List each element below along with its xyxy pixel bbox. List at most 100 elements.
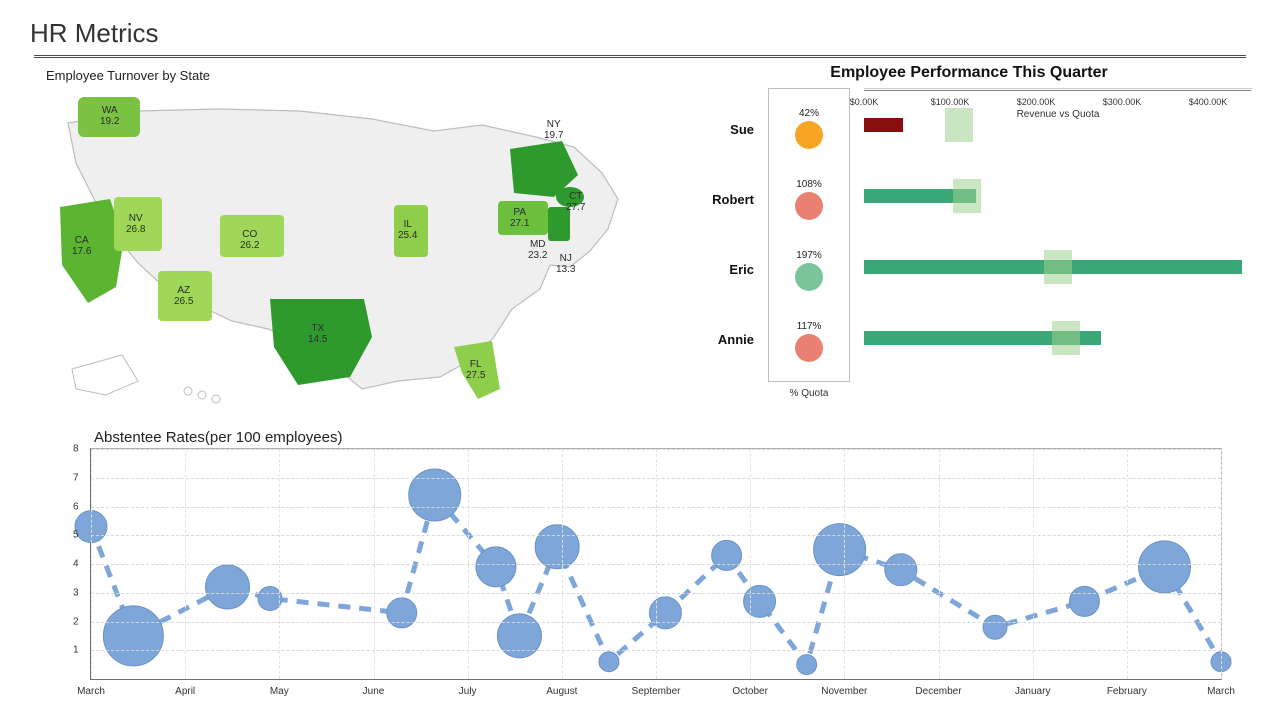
turnover-map[interactable]: WA19.2CA17.6NV26.8AZ26.5CO26.2TX14.5IL25…: [28, 83, 668, 423]
quota-cell[interactable]: 42%: [795, 108, 823, 149]
employee-name: Annie: [686, 332, 754, 347]
state-co[interactable]: [220, 215, 284, 257]
employee-name: Robert: [686, 192, 754, 207]
title-rule: [34, 55, 1246, 58]
state-az[interactable]: [158, 271, 212, 321]
absentee-point[interactable]: [814, 524, 866, 576]
absentee-month-tick: August: [546, 686, 577, 697]
absentee-month-tick: July: [459, 686, 477, 697]
absentee-vgrid: [91, 449, 92, 679]
absentee-month-tick: September: [632, 686, 681, 697]
absentee-y-tick: 5: [73, 530, 79, 541]
employee-name: Eric: [686, 262, 754, 277]
absentee-point[interactable]: [206, 565, 250, 609]
absentee-title: Abstentee Rates(per 100 employees): [94, 429, 1252, 446]
employee-name-column: Sue Robert Eric Annie: [686, 88, 754, 374]
absentee-vgrid: [939, 449, 940, 679]
absentee-vgrid: [844, 449, 845, 679]
quota-dot-icon: [795, 192, 823, 220]
quota-target-marker: [1044, 250, 1072, 284]
absentee-vgrid: [185, 449, 186, 679]
absentee-point[interactable]: [1139, 541, 1191, 593]
revenue-bar-row[interactable]: [864, 244, 1251, 290]
absentee-month-tick: April: [175, 686, 195, 697]
quota-dot-icon: [795, 334, 823, 362]
absentee-point[interactable]: [1069, 586, 1099, 616]
absentee-vgrid: [374, 449, 375, 679]
absentee-month-tick: November: [821, 686, 867, 697]
absentee-y-tick: 3: [73, 587, 79, 598]
absentee-point[interactable]: [712, 540, 742, 570]
state-ct[interactable]: [556, 187, 584, 207]
absentee-point[interactable]: [797, 655, 817, 675]
quota-pct-label: 42%: [799, 108, 819, 119]
state-fl[interactable]: [454, 341, 500, 399]
absentee-point[interactable]: [535, 525, 579, 569]
absentee-month-tick: March: [77, 686, 105, 697]
page-title: HR Metrics: [30, 18, 1252, 49]
quota-target-marker: [945, 108, 973, 142]
absentee-point[interactable]: [258, 587, 282, 611]
absentee-vgrid: [468, 449, 469, 679]
absentee-vgrid: [1033, 449, 1034, 679]
revenue-bar-row[interactable]: [864, 315, 1251, 361]
absentee-month-tick: February: [1107, 686, 1147, 697]
absentee-month-tick: January: [1015, 686, 1051, 697]
revenue-bar-row[interactable]: [864, 102, 1251, 148]
revenue-x-tick: $400.00K: [1189, 97, 1228, 107]
quota-dot-icon: [795, 263, 823, 291]
absentee-point[interactable]: [885, 554, 917, 586]
absentee-point[interactable]: [497, 614, 541, 658]
absentee-vgrid: [562, 449, 563, 679]
absentee-y-tick: 6: [73, 501, 79, 512]
quota-pct-label: 117%: [797, 321, 822, 332]
absentee-y-tick: 2: [73, 616, 79, 627]
absentee-vgrid: [750, 449, 751, 679]
revenue-bars-chart[interactable]: $0.00K$100.00K$200.00K$300.00K$400.00K: [864, 88, 1252, 89]
revenue-x-tick: $300.00K: [1103, 97, 1142, 107]
absentee-point[interactable]: [599, 652, 619, 672]
absentee-chart[interactable]: 12345678MarchAprilMayJuneJulyAugustSepte…: [90, 448, 1222, 680]
absentee-point[interactable]: [387, 598, 417, 628]
absentee-point[interactable]: [649, 597, 681, 629]
revenue-bar-row[interactable]: [864, 173, 1251, 219]
absentee-y-tick: 1: [73, 645, 79, 656]
absentee-point[interactable]: [103, 606, 163, 666]
absentee-point[interactable]: [476, 547, 516, 587]
quota-dot-icon: [795, 121, 823, 149]
revenue-bar: [864, 118, 903, 132]
employee-name: Sue: [686, 122, 754, 137]
quota-cell[interactable]: 197%: [795, 250, 823, 291]
quota-caption: % Quota: [790, 388, 829, 399]
absentee-vgrid: [1127, 449, 1128, 679]
absentee-point[interactable]: [744, 585, 776, 617]
absentee-month-tick: March: [1207, 686, 1235, 697]
quota-target-marker: [953, 179, 981, 213]
revenue-x-tick: $0.00K: [850, 97, 879, 107]
state-pa[interactable]: [498, 201, 548, 235]
absentee-y-tick: 4: [73, 559, 79, 570]
state-nv[interactable]: [114, 197, 162, 251]
quota-pct-label: 197%: [796, 250, 822, 261]
quota-cell[interactable]: 117%: [795, 321, 823, 362]
absentee-vgrid: [279, 449, 280, 679]
quota-target-marker: [1052, 321, 1080, 355]
us-map-svg: [42, 89, 652, 409]
state-wa[interactable]: [78, 97, 140, 137]
performance-title: Employee Performance This Quarter: [686, 64, 1252, 82]
state-nj[interactable]: [548, 207, 570, 241]
absentee-month-tick: May: [270, 686, 289, 697]
absentee-month-tick: June: [363, 686, 385, 697]
quota-pct-label: 108%: [796, 179, 822, 190]
revenue-x-tick: $200.00K: [1017, 97, 1056, 107]
absentee-point[interactable]: [983, 615, 1007, 639]
turnover-map-title: Employee Turnover by State: [46, 68, 668, 83]
absentee-month-tick: October: [732, 686, 768, 697]
absentee-y-tick: 7: [73, 472, 79, 483]
quota-cell[interactable]: 108%: [795, 179, 823, 220]
quota-pct-column: 42% 108% 197% 117%: [768, 88, 850, 382]
turnover-map-panel: Employee Turnover by State: [28, 64, 668, 423]
performance-panel: Employee Performance This Quarter Sue Rob…: [686, 64, 1252, 423]
state-il[interactable]: [394, 205, 428, 257]
revenue-x-tick: $100.00K: [931, 97, 970, 107]
